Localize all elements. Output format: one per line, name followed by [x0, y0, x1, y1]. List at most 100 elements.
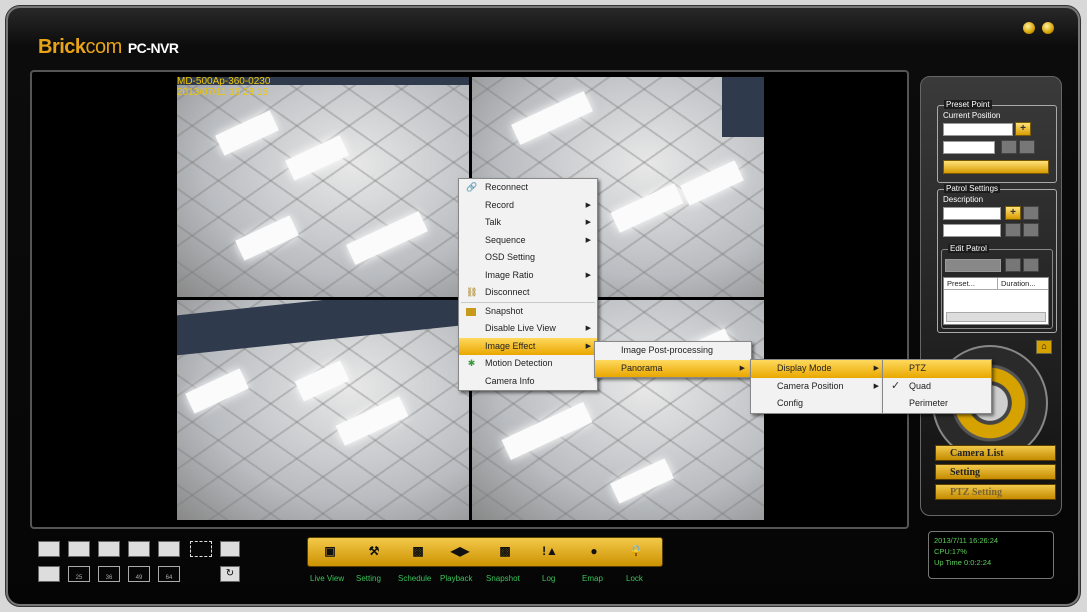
layout-36-button[interactable]: 36	[98, 566, 120, 582]
current-position-input[interactable]	[943, 123, 1013, 136]
schedule-label[interactable]: Schedule	[398, 574, 431, 583]
live-view-icon[interactable]: ▣	[320, 542, 340, 560]
main-toolbar: ▣ ⚒ ▩ ◀▶ ▩ !▲ ● 🔒	[307, 537, 663, 567]
brand-prefix: Brick	[38, 36, 86, 58]
preset-delete-button[interactable]	[1019, 140, 1035, 154]
lock-icon[interactable]: 🔒	[626, 542, 646, 560]
camera-icon	[466, 307, 476, 316]
panorama-submenu: Display Mode ▶ Camera Position ▶ Config	[750, 359, 886, 414]
menu-item-image-ratio[interactable]: Image Ratio ▶	[459, 267, 597, 285]
patrol-description-input[interactable]	[943, 207, 1001, 220]
layout-1plus5-button[interactable]	[128, 541, 150, 557]
setting-label[interactable]: Setting	[356, 574, 381, 583]
status-cpu: CPU:17%	[934, 547, 967, 556]
snapshot-label[interactable]: Snapshot	[486, 574, 520, 583]
description-label: Description	[943, 195, 984, 204]
preset-save-button[interactable]	[1001, 140, 1017, 154]
camera-view-1[interactable]	[177, 77, 469, 297]
log-label[interactable]: Log	[542, 574, 555, 583]
patrol-table[interactable]: Preset... Duration...	[943, 277, 1049, 325]
menu-item-camera-info[interactable]: Camera Info	[459, 373, 597, 391]
unlink-icon: ⛓	[466, 287, 478, 297]
menu-item-talk[interactable]: Talk ▶	[459, 214, 597, 232]
playback-icon[interactable]: ◀▶	[450, 542, 470, 560]
menu-item-snapshot[interactable]: Snapshot	[459, 303, 597, 321]
snapshot-camera-icon[interactable]: ▩	[492, 542, 518, 560]
osd-timestamp: 2013/07/11 16:28:15	[177, 87, 269, 98]
context-menu: 🔗 Reconnect Record ▶ Talk ▶ Sequence ▶ OSD S…	[458, 178, 598, 391]
layout-4x4-button[interactable]	[98, 541, 120, 557]
home-icon[interactable]: ⌂	[1036, 340, 1052, 354]
camera-view-3[interactable]	[177, 300, 469, 520]
menu-item-sequence[interactable]: Sequence ▶	[459, 232, 597, 250]
menu-item-perimeter[interactable]: Perimeter	[883, 395, 991, 413]
menu-item-image-effect[interactable]: Image Effect ▶	[459, 337, 597, 355]
product-name: PC-NVR	[127, 40, 179, 56]
menu-item-config[interactable]: Config	[751, 395, 885, 413]
log-bell-icon[interactable]: !▲	[540, 542, 560, 560]
edit-patrol-remove-button[interactable]	[1023, 258, 1039, 272]
menu-item-quad[interactable]: ✓ Quad	[883, 378, 991, 396]
menu-item-display-mode[interactable]: Display Mode ▶	[751, 360, 885, 378]
menu-item-disconnect[interactable]: ⛓ Disconnect	[459, 284, 597, 302]
menu-item-osd-setting[interactable]: OSD Setting	[459, 249, 597, 267]
osd-overlay: MD-500Ap-360-0230 2013/07/11 16:28:15	[177, 76, 270, 98]
chevron-right-icon: ▶	[585, 271, 591, 279]
edit-patrol-input[interactable]	[945, 259, 1001, 272]
fullscreen-button[interactable]	[190, 541, 212, 557]
window-mode-button[interactable]	[220, 541, 240, 557]
menu-item-record[interactable]: Record ▶	[459, 197, 597, 215]
lock-label[interactable]: Lock	[626, 574, 643, 583]
patrol-select[interactable]	[943, 224, 1001, 237]
ptz-setting-button[interactable]: PTZ Setting	[935, 484, 1056, 500]
patrol-stop-button[interactable]	[1023, 223, 1039, 237]
menu-item-ptz[interactable]: PTZ	[883, 360, 991, 378]
column-header-duration[interactable]: Duration...	[998, 278, 1036, 289]
chevron-right-icon: ▶	[585, 219, 591, 226]
status-panel: 2013/7/11 16:26:24 CPU:17% Up Time 0:0:2…	[928, 531, 1054, 579]
goto-preset-button[interactable]	[943, 160, 1049, 174]
layout-5x5-button[interactable]	[38, 566, 60, 582]
edit-patrol-add-button[interactable]	[1005, 258, 1021, 272]
chevron-right-icon: ▶	[585, 342, 591, 350]
wrench-icon[interactable]: ⚒	[364, 542, 384, 560]
patrol-play-button[interactable]	[1005, 223, 1021, 237]
layout-3x3-button[interactable]	[68, 541, 90, 557]
layout-64-button[interactable]: 64	[158, 566, 180, 582]
menu-item-camera-position[interactable]: Camera Position ▶	[751, 378, 885, 396]
column-header-preset[interactable]: Preset...	[944, 278, 998, 289]
refresh-icon[interactable]: ↻	[220, 566, 240, 582]
setting-panel-button[interactable]: Setting	[935, 464, 1056, 480]
layout-1plus7-button[interactable]	[158, 541, 180, 557]
menu-item-image-post-processing[interactable]: Image Post-processing	[595, 342, 751, 360]
add-patrol-button[interactable]: +	[1005, 206, 1021, 220]
current-position-label: Current Position	[943, 111, 1001, 120]
brand-suffix: com	[85, 36, 123, 58]
menu-item-disable-live-view[interactable]: Disable Live View ▶	[459, 320, 597, 338]
close-button[interactable]	[1042, 22, 1054, 34]
table-scrollbar[interactable]	[946, 312, 1046, 322]
menu-item-motion-detection[interactable]: ✱ Motion Detection	[459, 355, 597, 373]
preset-select[interactable]	[943, 141, 995, 154]
schedule-icon[interactable]: ▩	[408, 542, 428, 560]
menu-item-reconnect[interactable]: 🔗 Reconnect	[459, 179, 597, 197]
brand-logo: Brickcom PC-NVR	[38, 36, 179, 59]
patrol-delete-button[interactable]	[1023, 206, 1039, 220]
layout-49-button[interactable]: 49	[128, 566, 150, 582]
playback-label[interactable]: Playback	[440, 574, 472, 583]
chevron-right-icon: ▶	[873, 382, 879, 390]
layout-2x2-button[interactable]	[38, 541, 60, 557]
live-view-label[interactable]: Live View	[310, 574, 344, 583]
status-time: 2013/7/11 16:26:24	[934, 536, 999, 545]
emap-globe-icon[interactable]: ●	[584, 542, 604, 560]
image-effect-submenu: Image Post-processing Panorama ▶	[594, 341, 752, 378]
menu-item-panorama[interactable]: Panorama ▶	[595, 359, 751, 377]
layout-25-button[interactable]: 25	[68, 566, 90, 582]
minimize-button[interactable]	[1023, 22, 1035, 34]
add-preset-button[interactable]: +	[1015, 122, 1031, 136]
emap-label[interactable]: Emap	[582, 574, 603, 583]
chevron-right-icon: ▶	[873, 365, 879, 372]
status-uptime: Up Time 0:0:2:24	[934, 558, 992, 567]
camera-list-button[interactable]: Camera List	[935, 445, 1056, 461]
preset-point-title: Preset Point	[944, 100, 992, 109]
